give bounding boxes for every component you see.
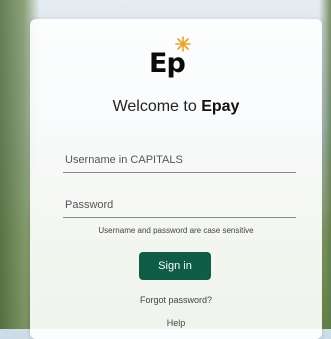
- welcome-brand: Epay: [201, 98, 240, 115]
- logo-text: Ep: [149, 48, 186, 79]
- password-input[interactable]: [63, 193, 296, 217]
- welcome-prefix: Welcome to: [112, 98, 202, 115]
- sign-in-button[interactable]: Sign in: [139, 252, 211, 280]
- forgot-password-link[interactable]: Forgot password?: [30, 295, 322, 305]
- username-input[interactable]: [63, 148, 296, 172]
- sun-star-icon: [175, 36, 191, 52]
- help-link[interactable]: Help: [30, 318, 322, 328]
- case-sensitive-hint: Username and password are case sensitive: [98, 226, 254, 235]
- username-field[interactable]: [63, 148, 296, 173]
- epay-logo: Ep: [149, 36, 191, 79]
- password-field[interactable]: [63, 193, 296, 218]
- welcome-heading: Welcome to Epay: [30, 98, 322, 116]
